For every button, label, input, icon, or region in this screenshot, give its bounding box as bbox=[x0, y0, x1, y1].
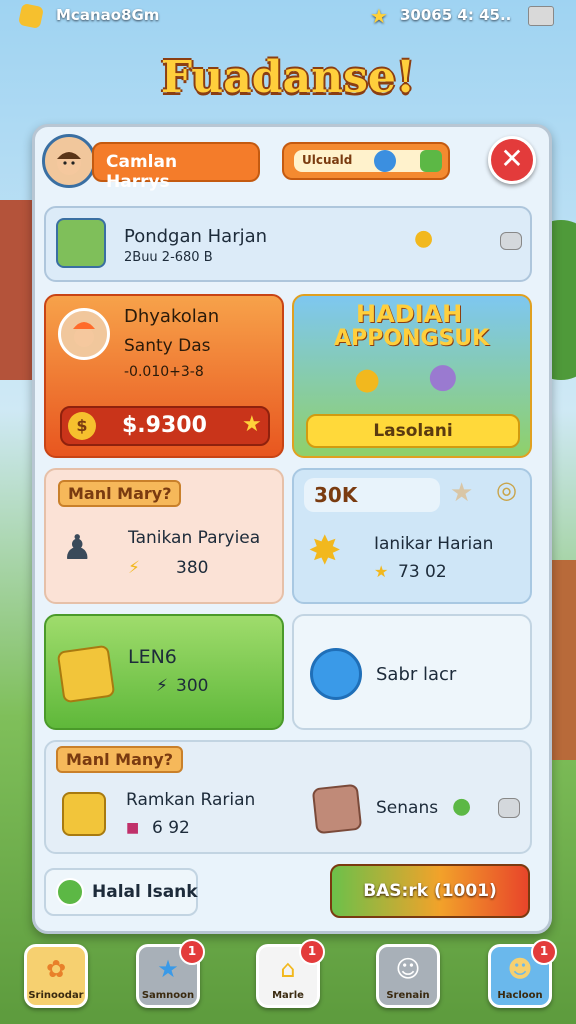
page-title: Fuadanse! bbox=[160, 52, 416, 103]
gift-icon: ■ bbox=[126, 820, 140, 836]
reward-title1: HADIAH bbox=[356, 300, 463, 328]
nav-gems[interactable]: ★ Samnoon 1 bbox=[136, 939, 205, 1008]
creature-icon: ● bbox=[428, 356, 458, 396]
more-icon[interactable] bbox=[500, 232, 522, 250]
green-card-title: LEN6 bbox=[128, 646, 177, 668]
daily-line2: Santy Das bbox=[124, 336, 211, 356]
sun-icon: ✸ bbox=[308, 528, 342, 574]
star-icon: ★ bbox=[450, 478, 474, 508]
reward-title2: APPONGSUK bbox=[334, 326, 490, 351]
reward-button-label: Lasolani bbox=[373, 421, 453, 441]
task-title-left: Tanikan Paryiea bbox=[128, 528, 261, 548]
daily-amount-bar[interactable]: $ $.9300 ★ bbox=[60, 406, 270, 446]
task-tag-right-box: 30K bbox=[304, 478, 440, 512]
player-avatar bbox=[56, 218, 106, 268]
profile-name: Camlan Harrys bbox=[106, 152, 178, 192]
reward-button[interactable]: Lasolani bbox=[306, 414, 520, 448]
chef-avatar bbox=[58, 308, 110, 360]
bottom-right-label: Senans bbox=[376, 798, 439, 818]
more-icon[interactable] bbox=[498, 798, 520, 818]
footer-left-button[interactable]: Halal lsank bbox=[44, 868, 198, 916]
status-bar: Mcanao8Gm ★ 30065 4: 45.. bbox=[0, 0, 576, 32]
search-input[interactable]: Ulcuald bbox=[294, 150, 432, 172]
nav-home[interactable]: ✿ Srinoodar bbox=[24, 944, 88, 1008]
bottom-title: Ramkan Rarian bbox=[126, 790, 256, 810]
task-value-left: 380 bbox=[176, 558, 209, 578]
blue-card-title: Sabr lacr bbox=[376, 664, 457, 685]
face-icon: ☺ bbox=[395, 955, 421, 983]
nav-label: Marle bbox=[272, 990, 304, 1001]
nav-label: Srenain bbox=[386, 990, 430, 1001]
face-icon bbox=[57, 151, 81, 175]
reward-card[interactable]: HADIAH APPONGSUK ● ● Lasolani bbox=[292, 294, 532, 458]
notification-badge: 1 bbox=[179, 939, 205, 965]
target-icon[interactable]: ◎ bbox=[496, 476, 517, 504]
daily-line1: Dhyakolan bbox=[124, 306, 220, 327]
task-card-right[interactable]: 30K ★ ◎ ✸ Ianikar Harian ★ 73 02 bbox=[292, 468, 532, 604]
nav-profile[interactable]: ☻ Hacloon 1 bbox=[488, 939, 557, 1008]
search-value: Ulcuald bbox=[302, 153, 353, 167]
blob-icon bbox=[310, 648, 362, 700]
chick-icon: ● bbox=[354, 362, 381, 397]
green-card[interactable]: LEN6 ⚡ 300 bbox=[44, 614, 284, 730]
bottom-value: 6 92 bbox=[152, 818, 190, 838]
task-tag-right: 30K bbox=[314, 483, 358, 507]
nav-shop[interactable]: ⌂ Marle 1 bbox=[256, 939, 325, 1008]
player-detail: 2Buu 2-680 B bbox=[124, 250, 213, 265]
nav-friends[interactable]: ☺ Srenain bbox=[376, 944, 440, 1008]
task-tag-left: Manl Mary? bbox=[58, 480, 182, 507]
score-counter: 30065 4: 45.. bbox=[400, 6, 512, 24]
footer-left-label: Halal lsank bbox=[92, 882, 198, 902]
toast-icon bbox=[311, 783, 363, 835]
player-row[interactable]: Pondgan Harjan 2Buu 2-680 B ● bbox=[44, 206, 532, 282]
check-icon bbox=[56, 878, 84, 906]
bolt-icon: ⚡ bbox=[128, 558, 140, 578]
daily-amount: $.9300 bbox=[122, 413, 207, 438]
star-icon: ★ bbox=[242, 412, 262, 437]
close-button[interactable]: ✕ bbox=[488, 136, 536, 184]
menu-icon[interactable] bbox=[528, 6, 554, 26]
bottom-section[interactable]: Manl Many? Ramkan Rarian ■ 6 92 Senans ● bbox=[44, 740, 532, 854]
player-name: Pondgan Harjan bbox=[124, 226, 268, 247]
footer-right-label: BAS:rk (1001) bbox=[363, 881, 497, 901]
daily-card[interactable]: Dhyakolan Santy Das -0.010+3-8 $ $.9300 … bbox=[44, 294, 284, 458]
crate-icon bbox=[56, 644, 116, 704]
leaf-icon: ● bbox=[452, 794, 472, 819]
bolt-icon: ⚡ bbox=[156, 676, 168, 696]
bottom-tag: Manl Many? bbox=[56, 746, 183, 773]
daily-line3: -0.010+3-8 bbox=[124, 364, 204, 380]
coin-icon: $ bbox=[68, 412, 96, 440]
star-icon: ★ bbox=[374, 562, 389, 581]
task-value-right: 73 02 bbox=[398, 562, 447, 582]
footer-right-button[interactable]: BAS:rk (1001) bbox=[330, 864, 530, 918]
blue-card[interactable]: Sabr lacr bbox=[292, 614, 532, 730]
task-title-right: Ianikar Harian bbox=[374, 534, 494, 554]
app-name: Mcanao8Gm bbox=[56, 6, 160, 24]
character-icon: ♟ bbox=[62, 528, 93, 568]
nav-label: Hacloon bbox=[497, 990, 543, 1001]
task-card-left[interactable]: Manl Mary? ♟ Tanikan Paryiea ⚡ 380 bbox=[44, 468, 284, 604]
nav-label: Samnoon bbox=[141, 990, 195, 1001]
green-card-value: 300 bbox=[176, 676, 209, 696]
crate-icon bbox=[62, 792, 106, 836]
search-bar[interactable]: Ulcuald bbox=[282, 142, 450, 180]
profile-avatar[interactable] bbox=[42, 134, 96, 188]
profile-name-pill[interactable]: Camlan Harrys bbox=[92, 142, 260, 192]
search-icon[interactable] bbox=[374, 150, 396, 172]
nav-label: Srinoodar bbox=[28, 990, 84, 1001]
chef-icon bbox=[73, 322, 95, 347]
confirm-icon[interactable] bbox=[420, 150, 442, 172]
chick-icon: ● bbox=[414, 226, 434, 251]
star-icon: ★ bbox=[370, 4, 388, 28]
notification-badge: 1 bbox=[531, 939, 557, 965]
notification-badge: 1 bbox=[299, 939, 325, 965]
tool-icon: ✿ bbox=[45, 955, 67, 983]
gem-icon bbox=[17, 2, 45, 30]
